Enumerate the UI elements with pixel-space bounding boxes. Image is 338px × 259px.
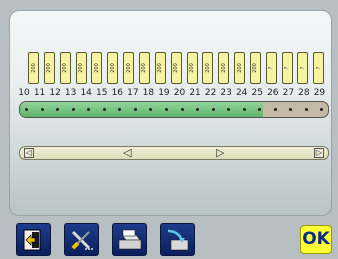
tag-label: 200 — [78, 63, 85, 73]
tag-label: 200 — [109, 63, 116, 73]
tag-item[interactable]: 200 — [186, 52, 198, 84]
tag-label: 200 — [125, 63, 132, 73]
tag-label: 200 — [236, 63, 243, 73]
track-dot — [320, 108, 324, 111]
position-number: 12 — [49, 88, 61, 98]
track-dot — [40, 108, 44, 111]
position-number: 20 — [173, 88, 186, 98]
position-number: 14 — [80, 88, 92, 98]
tag-label: ? — [284, 66, 291, 70]
track-dot — [211, 108, 215, 111]
position-number: 25 — [251, 88, 263, 98]
tag-label: 200 — [252, 63, 259, 73]
tag-label: ? — [315, 66, 322, 70]
position-number: 18 — [142, 88, 155, 98]
position-number: 13 — [64, 88, 77, 98]
tag-label: 200 — [189, 63, 195, 73]
position-number: 28 — [298, 88, 310, 98]
track-dot — [289, 108, 293, 111]
track-dot — [102, 108, 106, 111]
tag-item[interactable]: 200 — [202, 52, 214, 84]
output-tray-button[interactable] — [160, 223, 195, 256]
tag-label: 200 — [220, 63, 227, 73]
tag-item[interactable]: ? — [313, 52, 325, 84]
print-icon — [118, 229, 142, 250]
track-dot — [71, 108, 75, 111]
tag-item[interactable]: 200 — [59, 52, 71, 84]
progress-track[interactable] — [19, 101, 329, 118]
position-number: 17 — [127, 88, 139, 98]
tag-item[interactable]: ? — [281, 52, 293, 84]
tag-label: ? — [268, 66, 275, 70]
bottom-toolbar — [0, 219, 338, 259]
position-number: 15 — [96, 88, 108, 98]
track-dot — [242, 108, 246, 111]
scroll-thumb-right-edge[interactable]: ▷ — [216, 147, 224, 159]
exit-button[interactable] — [16, 223, 51, 256]
tag-label: 200 — [93, 63, 100, 73]
position-number: 19 — [158, 88, 170, 98]
horizontal-scrollbar[interactable]: ◁ ◁ ▷ ▷ — [19, 146, 329, 160]
tag-item[interactable]: 200 — [75, 52, 87, 84]
position-number: 23 — [220, 88, 232, 98]
position-number: 24 — [235, 88, 248, 98]
tag-item[interactable]: 200 — [28, 52, 39, 84]
position-number: 11 — [33, 88, 46, 98]
tag-label: 200 — [30, 63, 37, 73]
tag-item[interactable]: 200 — [249, 52, 261, 84]
scroll-thumb-left-edge[interactable]: ◁ — [123, 147, 131, 159]
tag-item[interactable]: 200 — [91, 52, 103, 84]
tag-label: 200 — [46, 63, 53, 73]
track-dot — [273, 108, 277, 111]
position-number: 22 — [204, 88, 217, 98]
track-dot — [164, 108, 168, 111]
position-numbers: 10 11 12 13 14 15 16 17 18 19 20 21 22 23 24 25 26 27 28 29 — [0, 88, 338, 100]
tag-item[interactable]: 200 — [170, 52, 182, 84]
tag-label: ? — [299, 66, 306, 70]
tag-label: 200 — [173, 63, 180, 73]
track-dot — [304, 108, 308, 111]
position-number: 29 — [313, 88, 326, 98]
tag-label: 200 — [62, 63, 69, 73]
track-dot — [180, 108, 184, 111]
tag-item[interactable]: 200 — [218, 52, 230, 84]
tag-item[interactable]: 200 — [107, 52, 119, 84]
tag-label: 200 — [157, 63, 164, 73]
tag-item[interactable]: ? — [297, 52, 309, 84]
tag-item[interactable]: 200 — [234, 52, 246, 84]
tag-item[interactable]: 200 — [43, 52, 55, 84]
tag-item[interactable]: 200 — [154, 52, 166, 84]
output-tray-icon — [167, 229, 189, 251]
position-number: 16 — [111, 88, 124, 98]
track-dot — [25, 108, 28, 111]
tag-item[interactable]: ? — [265, 52, 277, 84]
exit-door-icon — [23, 229, 41, 251]
scroll-right-button[interactable]: ▷ — [314, 148, 324, 158]
ok-button[interactable]: OK — [300, 225, 332, 254]
tag-label: 200 — [204, 63, 211, 73]
tag-item[interactable]: 200 — [123, 52, 135, 84]
position-number: 26 — [267, 88, 279, 98]
print-button[interactable] — [112, 223, 147, 256]
track-dot — [133, 108, 137, 111]
scroll-left-button[interactable]: ◁ — [24, 148, 34, 158]
tools-icon — [71, 230, 93, 250]
position-number: 21 — [189, 88, 201, 98]
tag-row: 200 200 200 200 200 200 200 200 200 200 200 200 200 2… — [28, 52, 328, 86]
tag-label: 200 — [141, 63, 148, 73]
tools-button[interactable] — [64, 223, 99, 256]
position-number: 10 — [18, 88, 30, 98]
position-number: 27 — [282, 88, 295, 98]
tag-item[interactable]: 200 — [138, 52, 150, 84]
